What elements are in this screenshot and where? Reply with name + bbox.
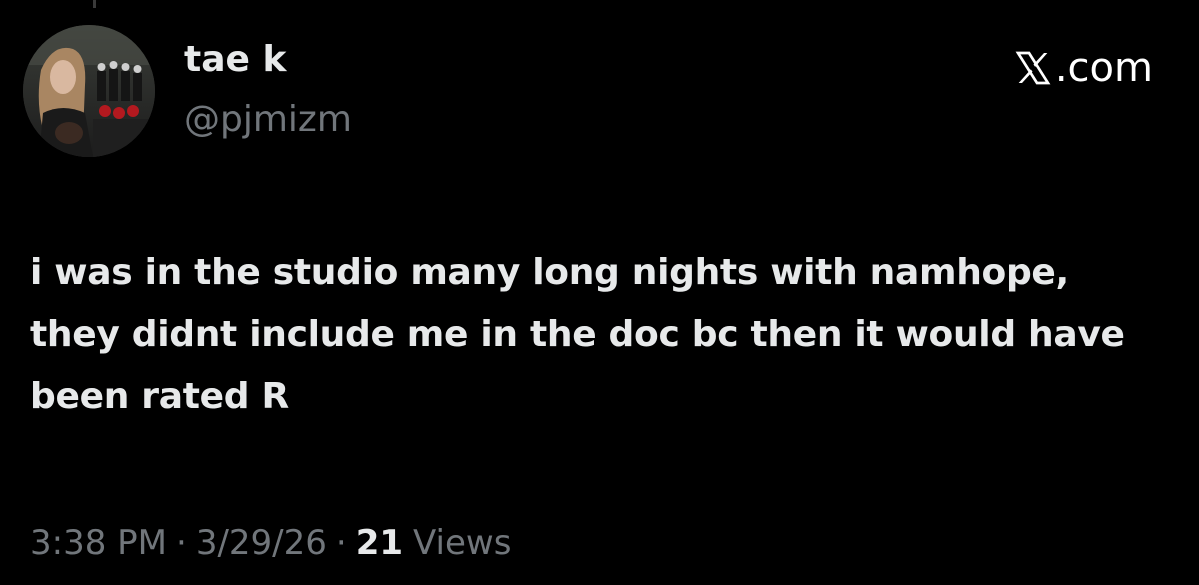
x-logo-icon xyxy=(1015,51,1051,85)
tweet-time[interactable]: 3:38 PM xyxy=(30,518,167,568)
divider xyxy=(93,0,96,8)
tweet-text: i was in the studio many long nights wit… xyxy=(30,252,1125,417)
meta-separator: · xyxy=(176,523,187,563)
brand-link[interactable]: .com xyxy=(1012,44,1153,92)
avatar-image xyxy=(23,25,155,157)
tweet-metadata: 3:38 PM · 3/29/26 · 21 Views xyxy=(30,518,511,568)
display-name[interactable]: tae k xyxy=(184,38,286,82)
views-label: Views xyxy=(413,523,512,563)
avatar[interactable] xyxy=(23,25,155,157)
tweet-date[interactable]: 3/29/26 xyxy=(196,518,327,568)
brand-domain-text: .com xyxy=(1054,45,1153,91)
tweet-card: tae k @pjmizm .com i was in the studio m… xyxy=(0,0,1199,585)
meta-separator: · xyxy=(335,523,347,563)
views-count: 21 xyxy=(355,523,404,563)
user-handle[interactable]: @pjmizm xyxy=(184,98,352,142)
